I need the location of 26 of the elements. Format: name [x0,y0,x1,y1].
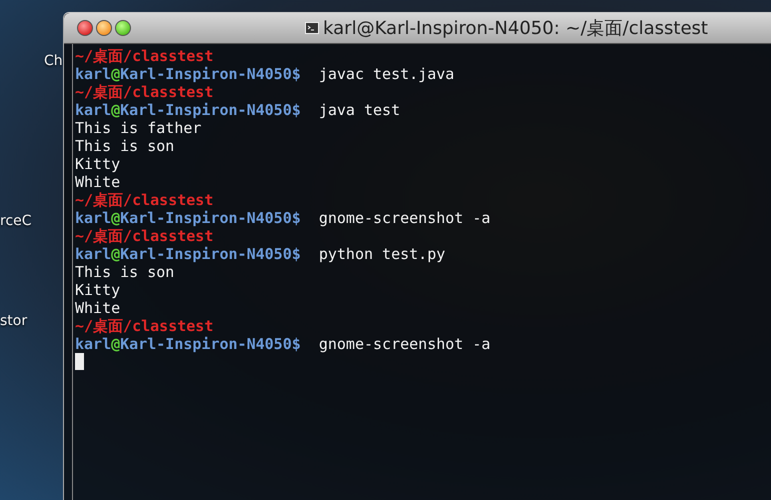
command-line: karl@Karl-Inspiron-N4050$ javac test.java [75,65,454,83]
directory-path: ~/桌面/classtest [75,83,214,101]
output-line: This is son [75,263,174,281]
output-line: Kitty [75,155,120,173]
window-title: karl@Karl-Inspiron-N4050: ~/桌面/classtest [323,17,708,40]
output-line: White [75,173,120,191]
output-line: This is son [75,137,174,155]
command-line: karl@Karl-Inspiron-N4050$ python test.py [75,245,446,263]
text-cursor [75,353,84,370]
output-line: Kitty [75,281,120,299]
command-line: karl@Karl-Inspiron-N4050$ gnome-screenshot -a [75,335,490,353]
minimize-button[interactable] [96,20,112,36]
command-line: karl@Karl-Inspiron-N4050$ gnome-screenshot -a [75,209,490,227]
desktop-icon-label[interactable]: stor [0,313,28,329]
terminal-icon [305,22,320,34]
output-line: This is father [75,119,202,137]
desktop-icon-label[interactable]: rceC [0,213,32,229]
directory-path: ~/桌面/classtest [75,227,214,245]
output-line: White [75,299,120,317]
directory-path: ~/桌面/classtest [75,191,214,209]
desktop-icon-label[interactable]: Ch [44,53,63,69]
directory-path: ~/桌面/classtest [75,47,214,65]
close-button[interactable] [77,20,93,36]
directory-path: ~/桌面/classtest [75,317,214,335]
maximize-button[interactable] [115,20,131,36]
command-line: karl@Karl-Inspiron-N4050$ java test [75,101,400,119]
